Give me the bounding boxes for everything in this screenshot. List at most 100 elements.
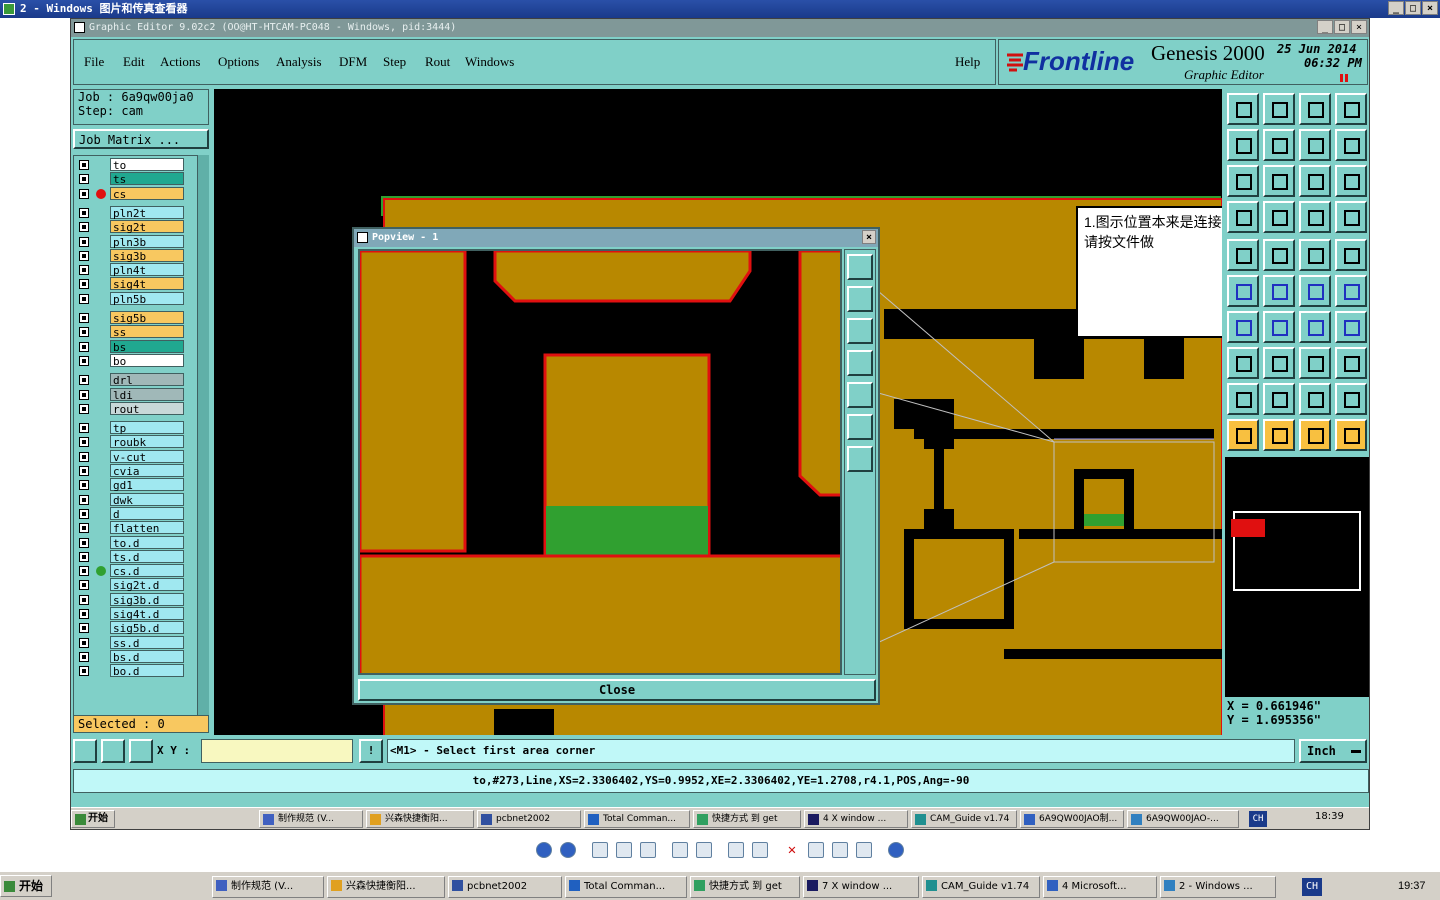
home-icon[interactable] [1299, 93, 1331, 125]
tri-b-icon[interactable] [1263, 383, 1295, 415]
popview-canvas[interactable] [358, 249, 842, 675]
outer-start-button[interactable]: 开始 [0, 875, 52, 897]
layer-row[interactable]: pln5b [76, 291, 186, 306]
zoom-up-icon[interactable] [847, 286, 873, 312]
layer-row[interactable]: d [76, 506, 186, 521]
unit-selector[interactable]: Inch [1299, 739, 1367, 763]
taskbar-button[interactable]: pcbnet2002 [448, 876, 562, 898]
cross-icon[interactable] [1263, 275, 1295, 307]
popview-close-icon[interactable]: × [862, 230, 876, 244]
layer-row[interactable]: ldi [76, 387, 186, 402]
layer-row[interactable]: ss [76, 325, 186, 339]
layer-name[interactable]: cs [110, 186, 184, 201]
inner-lang-indicator[interactable]: CH [1249, 811, 1267, 827]
print-icon[interactable] [808, 842, 824, 858]
layer-name[interactable]: sig4t.d [110, 607, 184, 621]
layer-name[interactable]: cs.d [110, 564, 184, 578]
genesis-close-button[interactable]: × [1351, 20, 1367, 34]
zoom-out-icon[interactable] [696, 842, 712, 858]
layer-row[interactable]: sig4t.d [76, 607, 186, 621]
ref-icon[interactable] [1299, 275, 1331, 307]
layer-checkbox[interactable] [79, 423, 89, 434]
menu-actions[interactable]: Actions [160, 54, 200, 70]
layer-checkbox[interactable] [79, 174, 89, 185]
mirror-icon[interactable] [1299, 129, 1331, 161]
layer-checkbox[interactable] [79, 566, 89, 577]
layer-name[interactable]: gd1 [110, 478, 184, 492]
layer-row[interactable]: pln2t [76, 205, 186, 220]
layer-row[interactable]: drl [76, 373, 186, 387]
layer-checkbox[interactable] [79, 637, 89, 648]
layer-name[interactable]: ss [110, 325, 184, 339]
inner-start-button[interactable]: 开始 [71, 810, 115, 828]
snap-tool-button[interactable] [73, 739, 97, 763]
pause-indicator-icon[interactable] [1340, 74, 1348, 82]
tri-c-icon[interactable] [1299, 383, 1331, 415]
layer-checkbox[interactable] [79, 666, 89, 677]
center-icon[interactable] [1263, 165, 1295, 197]
layer-checkbox[interactable] [79, 389, 89, 400]
help-icon[interactable] [1335, 165, 1367, 197]
tri-d-icon[interactable] [1335, 383, 1367, 415]
layer-b-icon[interactable] [1335, 201, 1367, 233]
layer-row[interactable]: pln3b [76, 234, 186, 249]
help-icon[interactable] [888, 842, 904, 858]
scale-icon[interactable] [1299, 165, 1331, 197]
zoom-down-icon[interactable] [847, 318, 873, 344]
layer-checkbox[interactable] [79, 279, 89, 290]
layer-row[interactable]: cs.d [76, 564, 186, 578]
taskbar-button[interactable]: 7 X window ... [803, 876, 919, 898]
layer-name[interactable]: d [110, 506, 184, 521]
menu-rout[interactable]: Rout [425, 54, 450, 70]
split-icon[interactable] [1335, 93, 1367, 125]
job-matrix-button[interactable]: Job Matrix ... [73, 129, 209, 149]
layer-name[interactable]: roubk [110, 435, 184, 449]
layer-row[interactable]: ss.d [76, 635, 186, 650]
layer-checkbox[interactable] [79, 580, 89, 591]
layer-name[interactable]: ts.d [110, 549, 184, 564]
layer-name[interactable]: sig2t [110, 220, 184, 234]
layer-row[interactable]: cvia [76, 464, 186, 478]
layer-checkbox[interactable] [79, 537, 89, 548]
center-view-icon[interactable] [847, 446, 873, 472]
close-button[interactable]: × [1422, 1, 1438, 15]
taskbar-button[interactable]: 快捷方式 到 get [690, 876, 800, 898]
taskbar-button[interactable]: Total Comman... [565, 876, 687, 898]
taskbar-button[interactable]: 快捷方式 到 get [693, 810, 801, 828]
connect-icon[interactable] [1227, 275, 1259, 307]
layer-row[interactable]: sig5b [76, 311, 186, 325]
layer-name[interactable]: sig5b [110, 311, 184, 325]
taskbar-button[interactable]: 2 - Windows ... [1160, 876, 1276, 898]
layer-checkbox[interactable] [79, 480, 89, 491]
export-icon[interactable] [1263, 129, 1295, 161]
layer-name[interactable]: sig4t [110, 277, 184, 291]
layer-name[interactable]: v-cut [110, 449, 184, 464]
layer-checkbox[interactable] [79, 327, 89, 338]
snap-icon[interactable] [1335, 129, 1367, 161]
layer-checkbox[interactable] [79, 508, 89, 519]
open-icon[interactable] [1227, 93, 1259, 125]
layer-checkbox[interactable] [79, 160, 89, 170]
fit-all-icon[interactable] [847, 414, 873, 440]
minus-icon[interactable] [1263, 347, 1295, 379]
layer-checkbox[interactable] [79, 250, 89, 261]
layer-checkbox[interactable] [79, 265, 89, 276]
layer-checkbox[interactable] [79, 222, 89, 233]
layer-row[interactable]: tp [76, 421, 186, 435]
line-icon[interactable] [1263, 311, 1295, 343]
edit-icon[interactable] [856, 842, 872, 858]
layer-row[interactable]: v-cut [76, 449, 186, 464]
layer-checkbox[interactable] [79, 451, 89, 462]
taskbar-button[interactable]: pcbnet2002 [477, 810, 581, 828]
taskbar-button[interactable]: CAM_Guide v1.74 [922, 876, 1040, 898]
popview-close-button[interactable]: Close [358, 679, 876, 701]
arc-icon[interactable] [1299, 311, 1331, 343]
layer-name[interactable]: ldi [110, 387, 184, 402]
genesis-maximize-button[interactable]: □ [1334, 20, 1350, 34]
layer-name[interactable]: ts [110, 172, 184, 186]
taskbar-button[interactable]: 制作规范 (V... [259, 810, 363, 828]
layer-checkbox[interactable] [79, 609, 89, 619]
layer-name[interactable]: bo [110, 353, 184, 368]
layer-row[interactable]: pln4t [76, 263, 186, 277]
layer-row[interactable]: sig5b.d [76, 621, 186, 635]
